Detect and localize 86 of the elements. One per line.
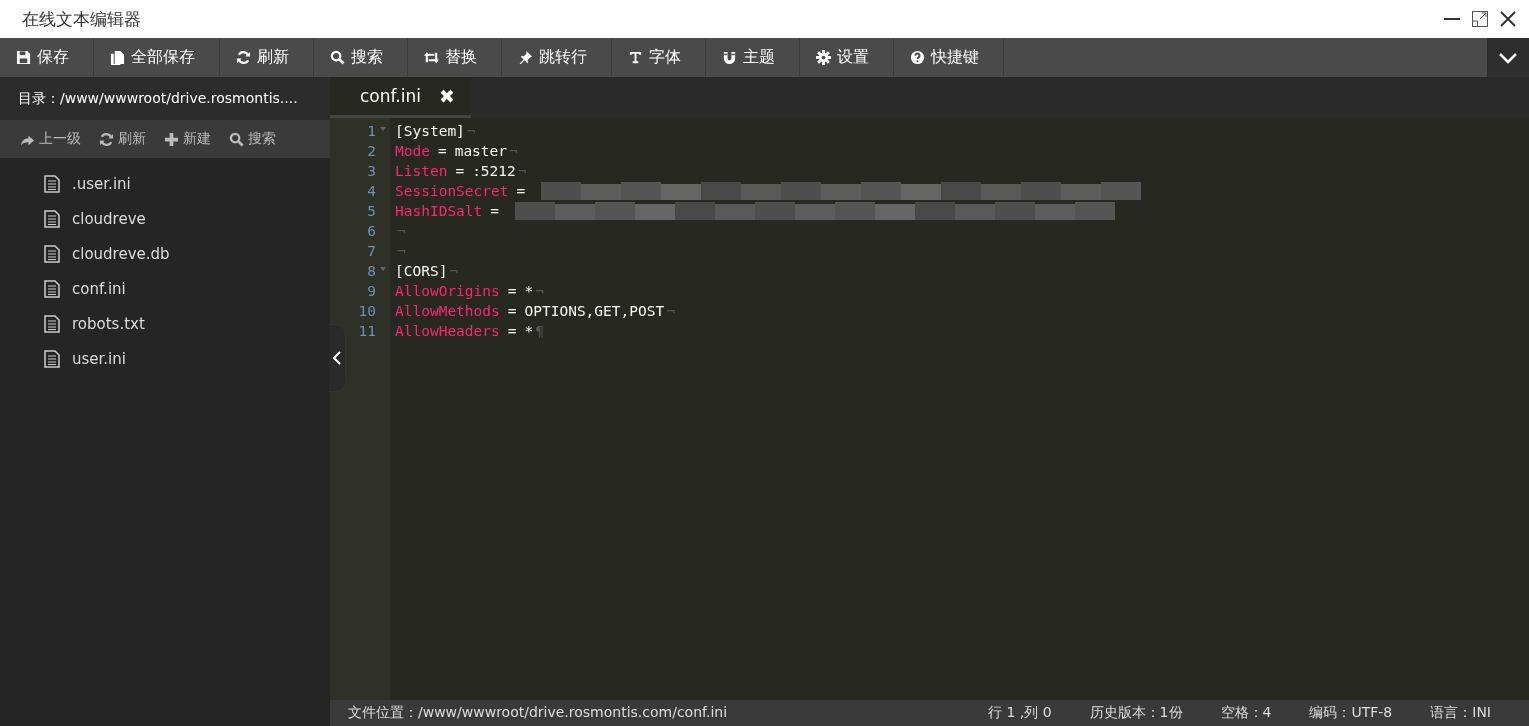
close-tab-icon[interactable]: ✖ — [438, 85, 455, 107]
line-end-mark: ¶ — [535, 323, 544, 339]
file-icon — [44, 244, 60, 263]
config-key: AllowOrigins — [395, 283, 500, 299]
file-name[interactable]: cloudreve.db — [72, 244, 170, 263]
file-name[interactable]: cloudreve — [72, 209, 146, 228]
status-item: 历史版本：1份 — [1089, 704, 1183, 722]
config-key: Mode — [395, 143, 430, 159]
search-icon — [330, 50, 345, 65]
line-end-mark: ¬ — [535, 283, 544, 299]
line-number: 9 — [367, 283, 376, 299]
sidebar-action[interactable]: 搜索 — [223, 130, 284, 148]
config-value: * — [524, 323, 534, 339]
config-value: OPTIONS,GET,POST — [524, 303, 665, 319]
sidebar-action[interactable]: 新建 — [158, 130, 219, 148]
line-number: 3 — [367, 163, 376, 179]
status-item: 空格：4 — [1220, 704, 1272, 722]
gear-icon — [816, 50, 831, 65]
collapse-handle[interactable] — [329, 324, 346, 392]
pin-icon — [518, 50, 533, 65]
sidebar-action[interactable]: 刷新 — [93, 130, 154, 148]
file-name[interactable]: user.ini — [72, 349, 126, 368]
config-value: [CORS] — [395, 263, 448, 279]
file-name[interactable]: conf.ini — [72, 279, 126, 298]
sidebar-action[interactable]: 上一级 — [14, 130, 89, 148]
line-number: 2 — [367, 143, 376, 159]
line-end-mark: ¬ — [449, 263, 459, 279]
file-tab[interactable]: conf.ini ✖ — [330, 77, 471, 118]
config-key: HashIDSalt — [395, 203, 483, 219]
equals-sign: = — [437, 143, 447, 159]
equals-sign: = — [507, 283, 517, 299]
config-value: :5212 — [472, 163, 516, 179]
equals-sign: = — [507, 323, 517, 339]
config-value: * — [524, 283, 534, 299]
swap-arrows-icon — [424, 50, 439, 65]
equals-sign: = — [516, 183, 526, 199]
config-key: AllowHeaders — [395, 323, 500, 339]
equals-sign: = — [455, 163, 465, 179]
config-key: SessionSecret — [395, 183, 509, 199]
file-icon — [44, 174, 60, 193]
save-icon — [16, 50, 31, 65]
file-name[interactable]: .user.ini — [72, 174, 131, 193]
line-number: 8 — [367, 263, 376, 279]
config-value: [System] — [395, 123, 465, 139]
config-key: AllowMethods — [395, 303, 500, 319]
file-icon — [44, 209, 60, 228]
directory-path: 目录：/www/wwwroot/drive.rosmontis.... — [18, 89, 298, 108]
close-icon[interactable] — [1499, 10, 1517, 28]
file-icon — [44, 279, 60, 298]
status-item: 语言：INI — [1430, 704, 1491, 722]
file-location: 文件位置：/www/wwwroot/drive.rosmontis.com/conf.ini — [348, 704, 729, 722]
magnet-icon — [722, 50, 737, 65]
line-end-mark: ¬ — [466, 123, 476, 139]
line-number: 11 — [358, 323, 376, 339]
status-item: 编码：UTF-8 — [1309, 704, 1393, 722]
line-number: 4 — [367, 183, 376, 199]
refresh-icon — [99, 131, 114, 147]
expand-button[interactable] — [1487, 38, 1529, 77]
line-end-mark: ¬ — [397, 223, 406, 239]
file-icon — [44, 314, 60, 333]
help-icon — [910, 50, 925, 65]
maximize-icon[interactable] — [1471, 10, 1489, 28]
copy-icon — [110, 50, 125, 65]
status-item: 行 1 ,列 0 — [988, 704, 1052, 722]
file-name[interactable]: robots.txt — [72, 314, 145, 333]
line-end-mark: ¬ — [517, 163, 527, 179]
line-number: 6 — [367, 223, 376, 239]
line-number: 7 — [367, 243, 376, 259]
line-end-mark: ¬ — [397, 243, 406, 259]
text-cursor-icon — [628, 50, 643, 65]
search-icon — [229, 131, 244, 147]
line-end-mark: ¬ — [666, 303, 675, 319]
config-key: Listen — [395, 163, 448, 179]
line-end-mark: ¬ — [509, 143, 518, 159]
file-icon — [44, 349, 60, 368]
config-value: master — [454, 143, 508, 159]
line-number: 10 — [358, 303, 376, 319]
refresh-icon — [236, 50, 251, 65]
equals-sign: = — [490, 203, 500, 219]
equals-sign: = — [507, 303, 517, 319]
line-number: 5 — [367, 203, 376, 219]
window-title: 在线文本编辑器 — [22, 7, 141, 31]
line-number: 1 — [367, 123, 376, 139]
chevron-left-icon — [333, 351, 341, 365]
plus-icon — [164, 131, 179, 147]
chevron-down-icon — [1498, 51, 1518, 64]
